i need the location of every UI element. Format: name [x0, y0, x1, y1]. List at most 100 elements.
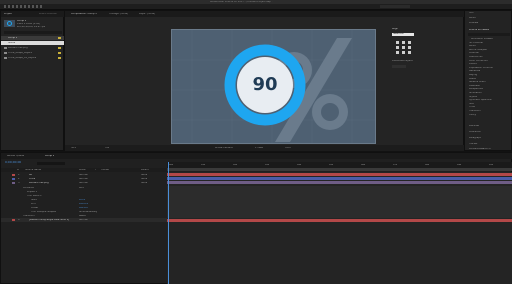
file-row[interactable]: Solids — [1, 41, 65, 45]
file-row[interactable]: Percent-Flat.png — [1, 46, 65, 50]
view-layout-dropdown[interactable]: 1 View — [255, 147, 263, 149]
file-name: Comp 1 — [8, 37, 18, 39]
file-name: circle_shape_01_Layers — [8, 57, 37, 59]
file-name: circle_shape_Layers — [8, 52, 32, 54]
playhead[interactable] — [168, 162, 169, 284]
list-item[interactable]: Channel — [469, 52, 479, 54]
comp-canvas[interactable]: 90 — [171, 29, 376, 144]
tab-effect-controls[interactable]: Effect Controls — [39, 13, 57, 15]
tab-info[interactable]: Info — [469, 12, 474, 14]
layer-name: Percent-Flat.png — [29, 182, 49, 184]
ruler-tick: 05s — [329, 164, 334, 166]
project-panel: Project Effect Controls Comp 1 1920 x 10… — [0, 10, 65, 151]
effects-presets-panel: Info Audio Preview Effects & Presets * A… — [464, 10, 512, 151]
file-row[interactable]: Comp 1 — [1, 36, 65, 40]
file-name: Solids — [8, 42, 16, 44]
project-search-input[interactable] — [4, 31, 62, 34]
thumbnail-ring-icon — [7, 21, 12, 26]
layer-mode[interactable]: Normal — [79, 182, 88, 184]
align-value: Selection — [393, 33, 405, 35]
label-color-swatch — [58, 37, 61, 39]
layer-duration-bar[interactable] — [167, 173, 512, 176]
ai-file-icon — [4, 57, 7, 59]
section-paragraph[interactable]: Paragraph — [469, 137, 481, 139]
list-item[interactable]: CINEMA 4D — [469, 56, 483, 58]
section-content-aware-fill[interactable]: Content-Aware Fill — [469, 148, 491, 150]
list-item[interactable]: Text — [469, 103, 474, 105]
exposure-value[interactable]: +0.0 — [285, 147, 291, 149]
ruler-tick: 06s — [361, 164, 366, 166]
tab-layer[interactable]: Layer: (none) — [139, 13, 155, 15]
list-item[interactable]: Simulation — [469, 92, 482, 94]
list-item[interactable]: Noise & Grain — [469, 81, 486, 83]
list-item[interactable]: Perspective — [469, 88, 483, 90]
layer-mode[interactable]: Normal — [79, 219, 88, 221]
tab-audio[interactable]: Audio — [469, 17, 476, 19]
section-character[interactable]: Character — [469, 131, 481, 133]
tab-preview[interactable]: Preview — [469, 22, 478, 24]
timeline-search-input[interactable] — [37, 162, 65, 165]
comp-info-duration: Δ 0;00;10;00, 29.97 fps — [17, 26, 46, 28]
ruler-tick: 01s — [201, 164, 206, 166]
list-item[interactable]: Obsolete — [469, 85, 480, 87]
tab-composition[interactable]: Composition: Comp 1 — [71, 13, 97, 15]
project-tabbar: Project Effect Controls — [1, 11, 65, 17]
list-item[interactable]: Color Correction — [469, 60, 488, 62]
label-color-swatch — [58, 47, 61, 49]
ring-number: 90 — [252, 74, 278, 95]
work-area-bar[interactable] — [167, 168, 512, 171]
toolbar-workspace[interactable] — [380, 5, 410, 8]
toolbar-tools[interactable] — [4, 5, 44, 8]
ruler-tick: 10s — [489, 164, 494, 166]
list-item[interactable]: Utility — [469, 114, 476, 116]
comp-thumbnail — [4, 20, 15, 27]
tab-comp-1[interactable]: Comp 1 — [45, 155, 54, 157]
layer-duration-bar[interactable] — [167, 177, 512, 180]
layer-duration-bar[interactable] — [167, 219, 512, 222]
list-item[interactable]: Synthetic Aperture — [469, 99, 492, 101]
ruler-tick: 04s — [297, 164, 302, 166]
distribute-dropdown[interactable] — [392, 65, 406, 68]
tab-footage[interactable]: Footage: (none) — [109, 13, 128, 15]
list-item[interactable]: Transition — [469, 110, 481, 112]
ruler-tick: 03s — [265, 164, 270, 166]
list-item[interactable]: Expression Controls — [469, 67, 493, 69]
layer-row[interactable]: 4 [Medium Gray-Royal Blue Solid 1] Norma… — [1, 218, 167, 222]
tab-project[interactable]: Project — [4, 13, 12, 15]
list-item[interactable]: Matte — [469, 78, 476, 80]
tab-effects-presets[interactable]: Effects & Presets — [469, 29, 489, 31]
file-name: Percent-Flat.png — [8, 47, 28, 49]
section-libraries[interactable]: Libraries — [469, 125, 479, 127]
align-layers-to-dropdown[interactable]: Selection — [392, 33, 414, 36]
layer-label-swatch — [12, 219, 15, 221]
ruler-tick: 09s — [457, 164, 462, 166]
effects-search-input[interactable] — [468, 33, 510, 36]
layer-parent[interactable]: None — [141, 182, 147, 184]
tab-render-queue[interactable]: Render Queue — [7, 155, 24, 157]
distribute-label: Distribute Layers: — [392, 60, 414, 62]
list-item[interactable]: Audio — [469, 45, 476, 47]
list-item[interactable]: Generate — [469, 70, 480, 72]
timeline-panel: Render Queue Comp 1 0;00;00;00 # Source … — [0, 152, 512, 284]
list-item[interactable]: Blur & Sharpen — [469, 49, 487, 51]
list-item[interactable]: Distort — [469, 63, 477, 65]
layer-name: [Medium Gray-Royal Blue Solid 1] — [29, 219, 70, 221]
layer-duration-bar[interactable] — [167, 181, 512, 184]
align-panel: Align Selection Distribute Layers: — [392, 28, 416, 72]
list-item[interactable]: Stylize — [469, 96, 477, 98]
resolution-dropdown[interactable]: Full — [105, 147, 109, 149]
list-item[interactable]: * Animation Presets — [469, 38, 493, 40]
layer-row[interactable]: 3 Percent-Flat.png Normal None — [1, 181, 167, 185]
viewer-tabbar: Composition: Comp 1 Footage: (none) Laye… — [65, 11, 465, 17]
file-row[interactable]: circle_shape_Layers — [1, 51, 65, 55]
zoom-dropdown[interactable]: 50% — [71, 147, 76, 149]
list-item[interactable]: Time — [469, 106, 475, 108]
file-row[interactable]: circle_shape_01_Layers — [1, 56, 65, 60]
current-timecode[interactable]: 0;00;00;00 — [5, 161, 21, 164]
align-buttons-grid-icon[interactable] — [395, 40, 413, 56]
list-item[interactable]: 3D Channel — [469, 42, 483, 44]
list-item[interactable]: Keying — [469, 74, 477, 76]
camera-dropdown[interactable]: Active Camera — [215, 147, 233, 149]
layer-label-swatch — [12, 174, 15, 176]
section-tracker[interactable]: Tracker — [469, 143, 478, 145]
